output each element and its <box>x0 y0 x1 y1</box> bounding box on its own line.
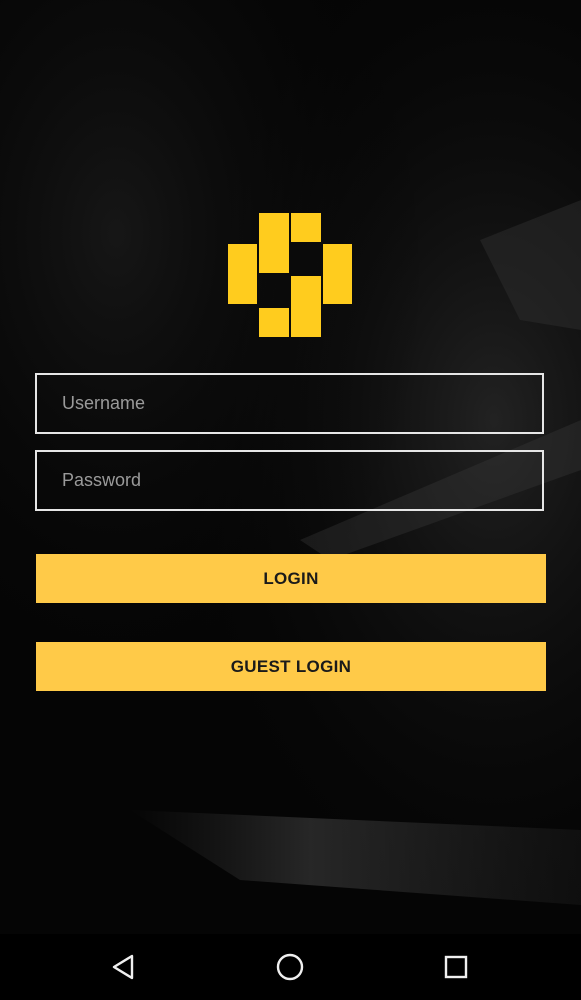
nav-back-button[interactable] <box>84 934 164 1000</box>
guest-login-button[interactable]: GUEST LOGIN <box>36 642 546 691</box>
home-circle-icon <box>276 953 304 981</box>
back-triangle-icon <box>112 954 134 980</box>
system-navigation-bar <box>0 934 581 1000</box>
yellow-block-logo-icon <box>228 213 352 337</box>
login-button[interactable]: LOGIN <box>36 554 546 603</box>
nav-home-button[interactable] <box>250 934 330 1000</box>
username-field[interactable] <box>35 373 544 434</box>
password-field[interactable] <box>35 450 544 511</box>
recent-apps-square-icon <box>444 955 468 979</box>
nav-recent-apps-button[interactable] <box>416 934 496 1000</box>
login-screen: LOGIN GUEST LOGIN <box>0 0 581 1000</box>
